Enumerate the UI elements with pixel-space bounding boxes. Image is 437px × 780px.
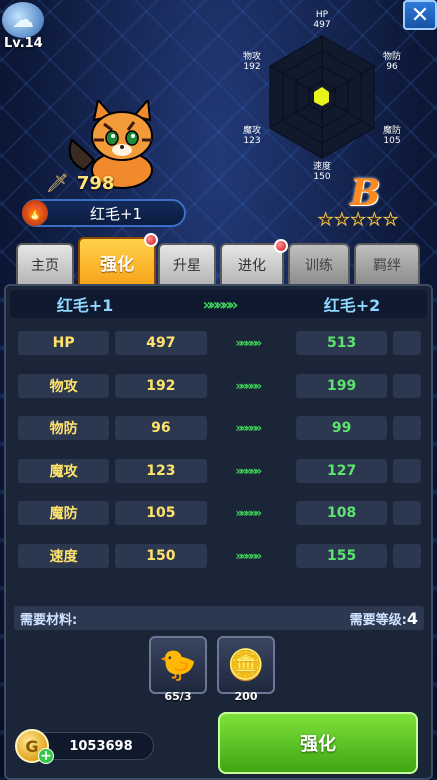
stat-row-mdef: 魔防 105 »»»»» 108 [18, 500, 422, 526]
star-icon: ★ [382, 210, 399, 231]
upgrade-header: 红毛+1 »»»»» 红毛+2 [10, 290, 427, 318]
radar-def: 物防 96 [382, 52, 401, 72]
stat-name: 速度 [18, 543, 110, 568]
close-icon: ✕ [410, 2, 430, 28]
power-display: 🗡 798 [46, 170, 176, 196]
stat-next: 155 [295, 543, 388, 568]
radar-matk: 魔攻 123 [242, 126, 261, 146]
material-chick-count: 65/3 [164, 690, 192, 703]
hero-name: 红毛+1 [89, 204, 143, 223]
stat-spacer [393, 331, 422, 355]
stat-next: 513 [295, 331, 388, 355]
required-level-value: 4 [406, 608, 418, 628]
upgrade-from: 红毛+1 [56, 296, 114, 315]
stat-name: 魔攻 [18, 458, 110, 483]
hero-name-plate: 🔥 红毛+1 [22, 199, 186, 227]
coin-icon: 🪙 [227, 647, 265, 683]
stat-current: 96 [115, 416, 207, 441]
star-icon: ★ [317, 210, 334, 231]
materials-label: 需要材料: [20, 612, 78, 628]
stat-next: 199 [295, 373, 388, 398]
coin-amount: 1053698 [69, 738, 133, 754]
materials-bar: 需要材料: 需要等级:4 [14, 606, 424, 630]
stat-row-spd: 速度 150 »»»»» 155 [18, 543, 422, 569]
star-icon: ★ [350, 210, 366, 231]
radar-spd: 速度 150 [312, 162, 331, 182]
stat-arrow-icon: »»»»» [235, 378, 262, 393]
power-value: 798 [76, 172, 115, 194]
radar-mdef: 魔防 105 [382, 126, 401, 146]
stat-current: 123 [115, 458, 207, 483]
stat-row-matk: 魔攻 123 »»»»» 127 [18, 458, 422, 484]
player-avatar[interactable]: ☁ [2, 2, 44, 38]
fire-element-icon: 🔥 [22, 200, 48, 226]
stat-arrow-icon: »»»»» [235, 548, 262, 563]
stat-name: 魔防 [18, 501, 110, 526]
chick-icon: 🐤 [159, 647, 197, 683]
star-icon: ★ [366, 210, 382, 231]
stat-arrow-icon: »»»»» [235, 336, 262, 350]
material-chick[interactable]: 🐤 [149, 636, 207, 694]
star-rating: ★ ★ ★ ★ ★ [317, 210, 399, 231]
material-coin-count: 200 [234, 690, 258, 703]
star-icon: ★ [334, 210, 350, 231]
upgrade-to: 红毛+2 [323, 296, 381, 315]
stat-spacer [393, 416, 422, 441]
stat-name: HP [18, 331, 110, 355]
sword-icon: 🗡 [46, 172, 69, 194]
tab-evolve-notification-dot [274, 239, 288, 253]
material-coin[interactable]: 🪙 [217, 636, 275, 694]
stat-current: 497 [115, 331, 207, 355]
upgrade-arrows-icon: »»»»» [202, 294, 239, 314]
radar-hp: HP 497 [313, 10, 331, 30]
radar-atk: 物攻 192 [242, 52, 261, 72]
stat-spacer [393, 501, 422, 526]
tab-enhance-notification-dot [144, 233, 158, 247]
stat-arrow-icon: »»»»» [235, 421, 262, 436]
required-level: 需要等级:4 [349, 608, 418, 628]
player-level: Lv.14 [4, 36, 43, 51]
stat-current: 150 [115, 543, 207, 568]
stat-arrow-icon: »»»»» [235, 506, 262, 521]
stat-table: HP 497 »»»»» 513 物攻 192 »»»»» 199 物防 96 … [18, 330, 422, 586]
stat-arrow-icon: »»»»» [235, 463, 262, 478]
stat-row-hp: HP 497 »»»»» 513 [18, 330, 422, 356]
stat-spacer [393, 543, 422, 568]
stat-next: 127 [295, 458, 388, 483]
tab-home[interactable]: 主页 [16, 243, 74, 285]
add-coins-button[interactable]: + [38, 748, 54, 764]
stat-row-def: 物防 96 »»»»» 99 [18, 415, 422, 441]
stat-current: 105 [115, 501, 207, 526]
stat-spacer [393, 458, 422, 483]
stat-name: 物攻 [18, 373, 110, 398]
tab-star-up[interactable]: 升星 [158, 243, 216, 285]
stat-name: 物防 [18, 416, 110, 441]
tab-train[interactable]: 训练 [288, 243, 350, 285]
tab-bar: 主页 强化 升星 进化 训练 羁绊 [16, 233, 420, 285]
tab-bond[interactable]: 羁绊 [354, 243, 420, 285]
stat-radar: HP 497 物防 96 魔防 105 速度 150 魔攻 123 物攻 192 [232, 6, 412, 190]
stat-next: 99 [295, 416, 388, 441]
stat-next: 108 [295, 501, 388, 526]
stat-spacer [393, 373, 422, 398]
tab-enhance[interactable]: 强化 [78, 237, 156, 285]
stat-current: 192 [115, 373, 207, 398]
grade-badge: B [350, 172, 381, 214]
enhance-button[interactable]: 强化 [218, 712, 418, 774]
stat-row-atk: 物攻 192 »»»»» 199 [18, 373, 422, 399]
